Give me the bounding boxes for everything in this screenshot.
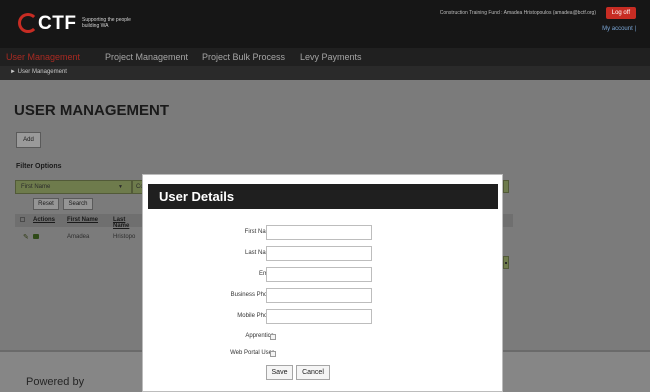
dot-icon — [505, 262, 507, 264]
apprentice-checkbox[interactable] — [270, 334, 276, 340]
view-details-icon[interactable] — [33, 234, 39, 239]
search-button[interactable]: Search — [63, 198, 93, 210]
sub-nav: ► User Management — [0, 66, 650, 80]
user-details-dialog: User Details First Name Last Name Email … — [142, 174, 503, 392]
cell-last-name: Hristopo — [113, 234, 136, 240]
web-portal-user-label: Web Portal User — [230, 350, 274, 356]
save-button[interactable]: Save — [266, 365, 293, 380]
column-header-first-name[interactable]: First Name — [67, 217, 98, 223]
nav-item-project-bulk-process[interactable]: Project Bulk Process — [202, 52, 285, 62]
table-row: ✎ Amadea Hristopo — [15, 230, 143, 244]
select-all-checkbox[interactable] — [20, 217, 25, 222]
column-header-last-name[interactable]: Last Name — [113, 217, 143, 229]
user-info: Construction Training Fund : Amadea Hris… — [439, 10, 596, 16]
filter-field-select[interactable]: First Name ▼ — [15, 180, 132, 194]
cancel-button[interactable]: Cancel — [296, 365, 330, 380]
last-name-input[interactable] — [266, 246, 372, 261]
business-phone-input[interactable] — [266, 288, 372, 303]
filter-options-label: Filter Options — [16, 163, 62, 170]
dialog-header: User Details — [148, 184, 498, 209]
logout-button[interactable]: Log off — [605, 7, 636, 19]
app-header: CTF Supporting the people building WA Co… — [0, 0, 650, 48]
logo-tagline: Supporting the people building WA — [82, 17, 131, 29]
cell-first-name: Amadea — [67, 234, 90, 240]
breadcrumb[interactable]: ► User Management — [10, 69, 67, 75]
my-account-link[interactable]: My account | — [602, 26, 636, 32]
column-header-actions[interactable]: Actions — [33, 217, 55, 223]
pencil-edit-icon[interactable]: ✎ — [23, 233, 29, 241]
web-portal-user-checkbox[interactable] — [270, 351, 276, 357]
logo-text: CTF — [38, 13, 77, 34]
mobile-phone-input[interactable] — [266, 309, 372, 324]
ctf-logo-icon — [18, 13, 38, 33]
pager-select[interactable] — [503, 256, 509, 269]
add-user-button[interactable]: Add — [16, 132, 41, 148]
nav-item-user-management[interactable]: User Management — [6, 52, 80, 62]
first-name-input[interactable] — [266, 225, 372, 240]
powered-by-text: Powered by — [26, 376, 85, 388]
users-table-header: Actions First Name Last Name — [15, 214, 143, 229]
nav-item-levy-payments[interactable]: Levy Payments — [300, 52, 362, 62]
main-nav: User Management Project Management Proje… — [0, 48, 650, 66]
dialog-title: User Details — [159, 189, 235, 204]
filter-field-value: First Name — [21, 184, 51, 190]
filter-side-select[interactable] — [503, 180, 509, 193]
dropdown-caret-icon: ▼ — [118, 184, 123, 190]
page-title: USER MANAGEMENT — [14, 102, 170, 119]
reset-button[interactable]: Reset — [33, 198, 59, 210]
email-input[interactable] — [266, 267, 372, 282]
nav-item-project-management[interactable]: Project Management — [105, 52, 188, 62]
